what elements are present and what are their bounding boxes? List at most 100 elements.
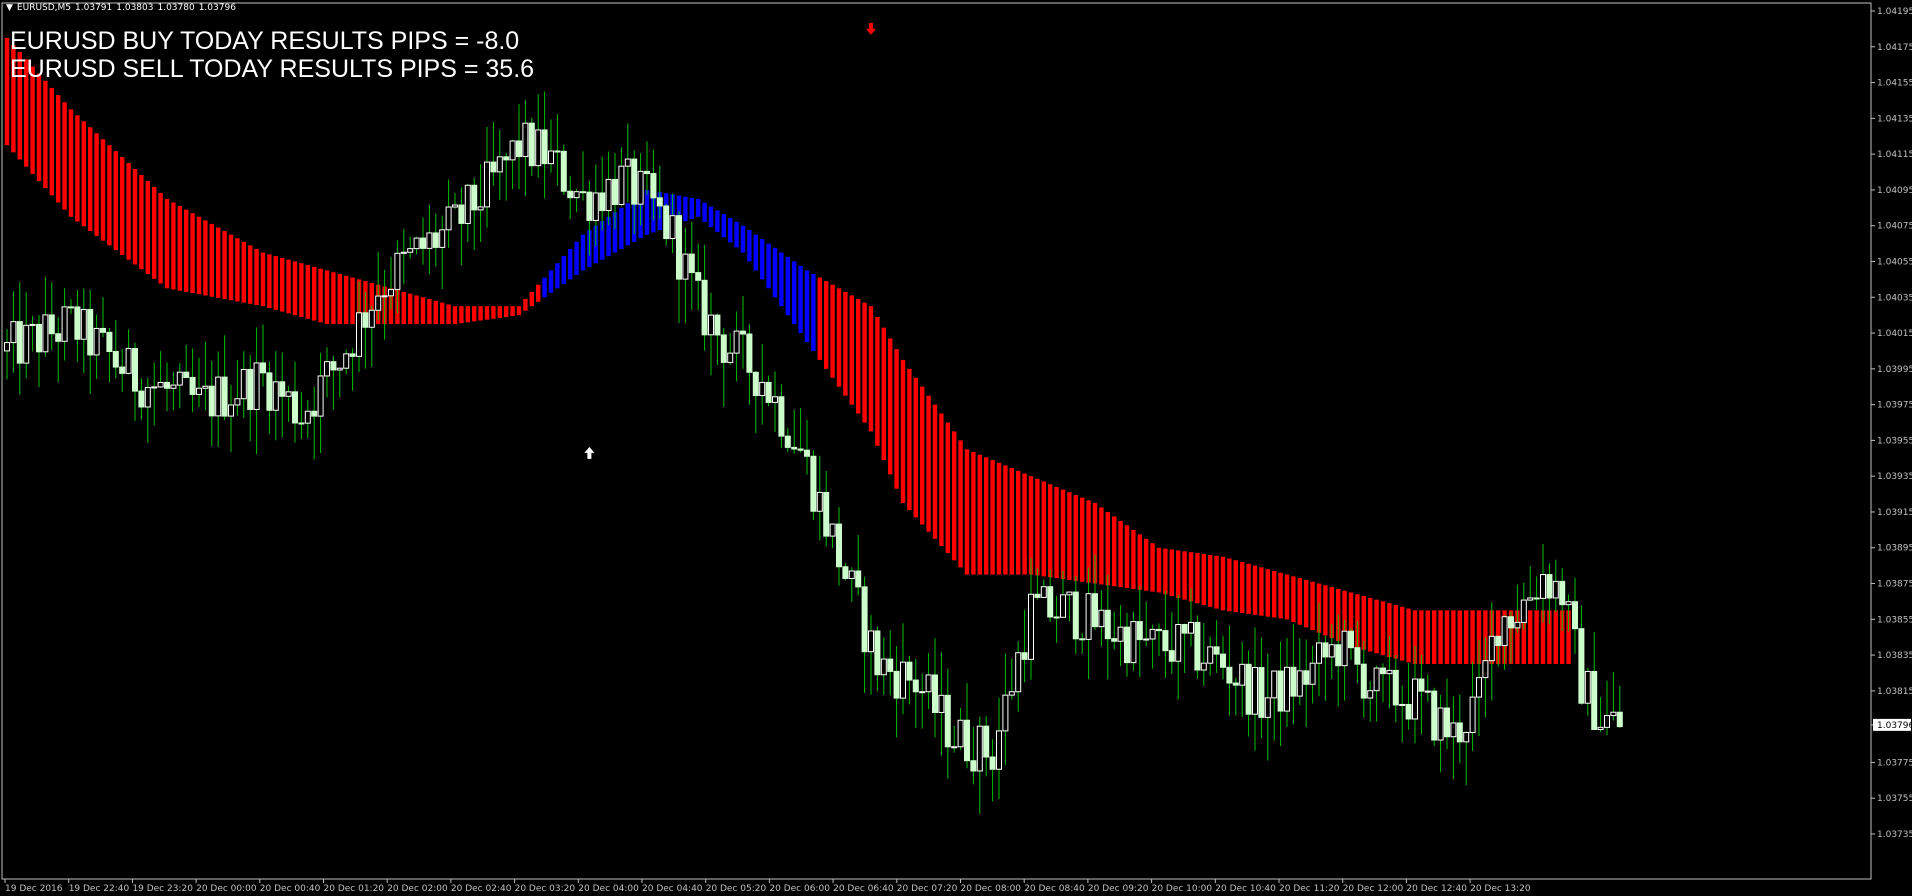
candle (1245, 650, 1252, 737)
candle-body (983, 725, 990, 758)
candle-body (816, 491, 823, 512)
candle-body (951, 746, 958, 749)
candle (1591, 632, 1598, 731)
candle-body (708, 314, 714, 336)
candle-body (55, 333, 62, 342)
ribbon-bar (1099, 507, 1104, 585)
ribbon-bar (164, 198, 170, 289)
candle-body (727, 352, 734, 363)
candle (618, 147, 625, 207)
ribbon-bar (1528, 610, 1533, 665)
ribbon-bar (1534, 610, 1539, 665)
candle-body (688, 253, 695, 274)
ribbon-bar (331, 272, 336, 325)
ribbon-bar (523, 299, 528, 311)
candle (1194, 615, 1201, 679)
candle (1597, 696, 1604, 733)
candle-body (464, 184, 471, 224)
candle-body (1463, 732, 1470, 743)
ribbon-bar (1080, 497, 1085, 582)
candle-body (605, 178, 612, 212)
chart-header: ▼ EURUSD,M5 1.03791 1.03803 1.03780 1.03796 (6, 3, 240, 13)
ribbon-bar (318, 268, 323, 323)
ribbon-bar (1182, 551, 1187, 600)
candle-body (1348, 630, 1354, 649)
candle-body (1341, 630, 1348, 667)
symbol-period: EURUSD,M5 (16, 3, 72, 13)
candle-body (1264, 697, 1271, 718)
candle-body (4, 342, 10, 352)
candle (599, 156, 606, 231)
candle-body (624, 158, 631, 167)
ribbon-bar (216, 227, 221, 298)
candle-body (176, 371, 183, 386)
candle-body (1572, 601, 1578, 630)
candle (471, 177, 478, 251)
candle (1431, 687, 1438, 747)
y-tick-label: 1.03975 (1877, 401, 1912, 411)
ribbon-bar (248, 245, 253, 304)
candle-body (996, 730, 1002, 770)
ribbon-bar (740, 225, 746, 253)
x-tick-label: 19 Dec 2016 (5, 884, 63, 894)
candle-body (1092, 593, 1098, 628)
candle-body (1444, 707, 1450, 738)
candle (925, 653, 932, 710)
candle-body (1124, 626, 1130, 664)
y-tick-label: 1.04155 (1877, 79, 1912, 89)
candle (144, 377, 151, 443)
ribbon-bar (1112, 516, 1117, 587)
candle-body (260, 362, 266, 374)
ribbon-bar (932, 404, 938, 539)
ribbon-bar (875, 316, 880, 446)
candle (912, 658, 919, 728)
candle (87, 289, 94, 395)
candle (624, 123, 631, 202)
candle (196, 357, 202, 408)
y-tick-label: 1.04015 (1877, 329, 1912, 339)
x-tick-label: 20 Dec 12:40 (1406, 884, 1467, 894)
candle-body (848, 570, 855, 579)
candle-body (1514, 621, 1521, 629)
candle-body (234, 398, 241, 406)
candle-body (740, 330, 746, 335)
candle (1162, 590, 1169, 679)
candle-body (272, 381, 279, 411)
candle (580, 151, 586, 201)
candle (746, 324, 753, 405)
ribbon-bar (574, 241, 579, 275)
candle-body (1476, 677, 1482, 698)
candle-body (964, 719, 970, 762)
candle (1604, 680, 1610, 735)
ribbon-bar (420, 297, 426, 325)
candle-body (733, 330, 740, 354)
ribbon-bar (56, 95, 61, 203)
candle (1277, 641, 1284, 747)
ribbon-bar (1470, 610, 1475, 665)
candle-body (68, 306, 74, 309)
candle-body (1316, 642, 1322, 664)
candle (560, 144, 567, 196)
x-tick-label: 20 Dec 03:20 (515, 884, 576, 894)
ribbon-bar (68, 109, 74, 217)
candle-body (900, 661, 906, 699)
candle (36, 315, 42, 388)
candle-body (477, 206, 484, 211)
candle-body (151, 386, 158, 389)
candle (1149, 624, 1156, 669)
ribbon-bar (1003, 465, 1008, 575)
price-chart[interactable]: 1.04195 1.04175 1.04155 1.04135 1.04115 1.040… (0, 0, 1912, 896)
candle (1437, 694, 1444, 773)
candle-body (1450, 722, 1457, 738)
ribbon-bar (1208, 554, 1213, 607)
ribbon-bar (958, 440, 963, 568)
x-tick-label: 20 Dec 13:20 (1470, 884, 1531, 894)
candle (413, 236, 420, 255)
ribbon-bar (222, 231, 227, 300)
ribbon-bar (971, 452, 976, 575)
collapse-triangle-icon[interactable]: ▼ (6, 3, 13, 13)
ribbon-bar (1041, 481, 1046, 577)
candle-body (1373, 667, 1380, 692)
ribbon-bar (516, 306, 522, 316)
ribbon-bar (1457, 610, 1462, 665)
